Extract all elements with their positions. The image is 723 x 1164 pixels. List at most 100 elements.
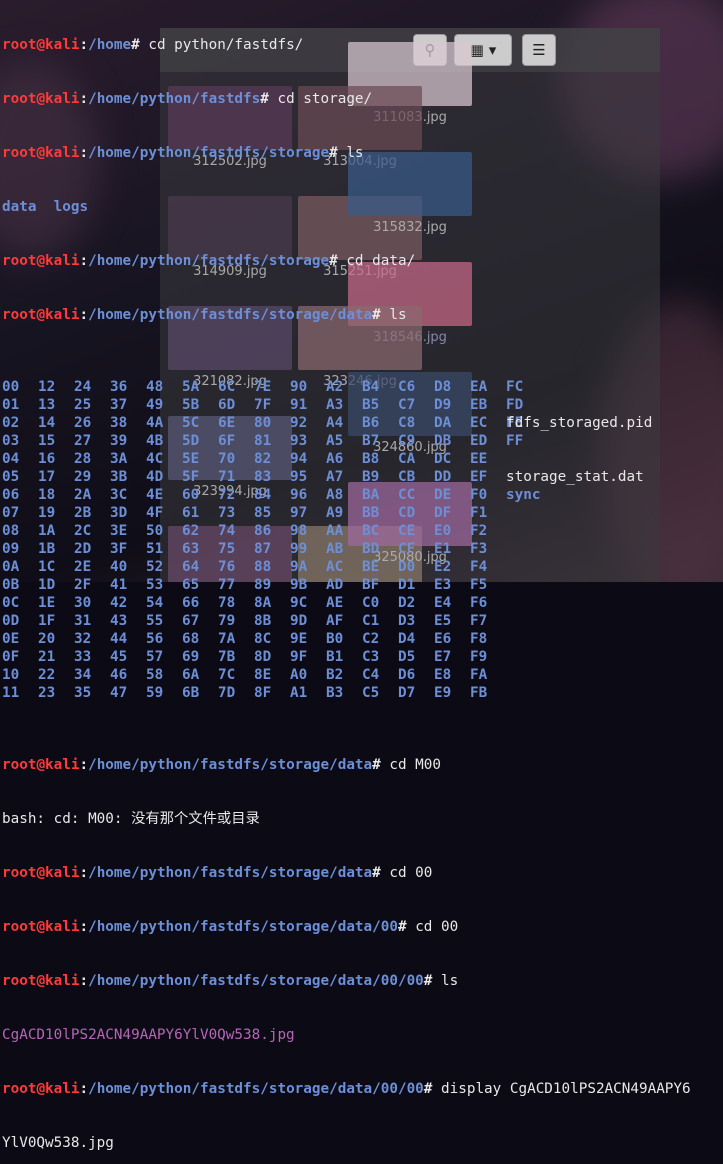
ls-dir-entry: 50 [146, 523, 164, 539]
ls-dir-entry: 6A [182, 667, 200, 683]
ls-dir-entry: 28 [74, 451, 92, 467]
ls-dir-entry: 3B [110, 469, 128, 485]
ls-dir-entry: 5B [182, 397, 200, 413]
ls-dir-entry: 23 [38, 685, 56, 701]
ls-dir-entry: 72 [218, 487, 236, 503]
ls-dir-entry: B3 [326, 685, 344, 701]
ls-dir-entry: E5 [434, 613, 452, 629]
terminal-output[interactable]: root@kali:/home# cd python/fastdfs/ root… [2, 0, 723, 1164]
ls-dir-entry: B6 [362, 415, 380, 431]
ls-dir-entry: A3 [326, 397, 344, 413]
ls-dir-entry: 1F [38, 613, 56, 629]
ls-dir-entry: F7 [470, 613, 488, 629]
ls-dir-entry: 1B [38, 541, 56, 557]
ls-dir-entry: EE [470, 451, 488, 467]
ls-dir-entry: CB [398, 469, 416, 485]
ls-dir-entry: B0 [326, 631, 344, 647]
prompt-path: /home/python/fastdfs [88, 91, 261, 107]
ls-dir-entry: 44 [110, 631, 128, 647]
ls-dir-entry: C5 [362, 685, 380, 701]
ls-dir-entry: 7C [218, 667, 236, 683]
ls-dir-entry: A9 [326, 505, 344, 521]
ls-dir-entry: 86 [254, 523, 272, 539]
prompt-line: root@kali:/home/python/fastdfs/storage/d… [2, 919, 459, 935]
ls-dir-entry: 81 [254, 433, 272, 449]
ls-dir-entry: DA [434, 415, 452, 431]
prompt-user: root [2, 865, 37, 881]
command-text: display CgACD10lPS2ACN49AAPY6 [441, 1081, 691, 1097]
ls-dir-entry: 7B [218, 649, 236, 665]
ls-dir-entry: 74 [218, 523, 236, 539]
ls-dir-entry: 8A [254, 595, 272, 611]
ls-dir-entry: 06 [2, 487, 20, 503]
ls-dir-entry: 85 [254, 505, 272, 521]
ls-dir-entry: 35 [74, 685, 92, 701]
ls-dir-entry: 7A [218, 631, 236, 647]
ls-dir-entry: EA [470, 379, 488, 395]
ls-row: 01 13 25 37 49 5B 6D 7F 91 A3 B5 C7 D9 EB FD [2, 396, 723, 414]
ls-dir-entry: CE [398, 523, 416, 539]
ls-dir-entry: E4 [434, 595, 452, 611]
ls-dir-entry: 98 [290, 523, 308, 539]
ls-dir-entry: 13 [38, 397, 56, 413]
prompt-line: root@kali:/home# cd python/fastdfs/ [2, 37, 304, 53]
prompt-path: /home/python/fastdfs/storage [88, 145, 330, 161]
ls-dir-entry: 40 [110, 559, 128, 575]
ls-dir-entry: 29 [74, 469, 92, 485]
ls-dir-entry: 7E [254, 379, 272, 395]
ls-dir-entry: AA [326, 523, 344, 539]
ls-dir-entry: D2 [398, 595, 416, 611]
ls-dir-entry: 8B [254, 613, 272, 629]
ls-dir-entry: 0C [2, 595, 20, 611]
ls-dir-entry: 82 [254, 451, 272, 467]
ls-dir-entry: D9 [434, 397, 452, 413]
prompt-host: kali [45, 865, 80, 881]
ls-dir-entry: C6 [398, 379, 416, 395]
prompt-line: root@kali:/home/python/fastdfs# cd stora… [2, 91, 373, 107]
prompt-host: kali [45, 1081, 80, 1097]
ls-dir-entry: AD [326, 577, 344, 593]
ls-dir-entry: 0D [2, 613, 20, 629]
prompt-path: /home [88, 37, 132, 53]
ls-dir-entry: 94 [290, 451, 308, 467]
ls-dir-entry: 5F [182, 469, 200, 485]
ls-dir-entry: 41 [110, 577, 128, 593]
ls-dir-entry: B9 [362, 469, 380, 485]
ls-dir-entry: 26 [74, 415, 92, 431]
ls-dir-entry: 9A [290, 559, 308, 575]
ls-dir-entry: 0B [2, 577, 20, 593]
ls-directory-grid: 00 12 24 36 48 5A 6C 7E 90 A2 B4 C6 D8 EA FC 01 13 25 37 49… [2, 378, 723, 702]
ls-dir-entry: 8E [254, 667, 272, 683]
ls-dir-entry: 90 [290, 379, 308, 395]
ls-row: 0C 1E 30 42 54 66 78 8A 9C AE C0 D2 E4 F6 [2, 594, 723, 612]
ls-dir-entry: E0 [434, 523, 452, 539]
ls-dir-entry: 8D [254, 649, 272, 665]
ls-dir-entry: D4 [398, 631, 416, 647]
prompt-path: /home/python/fastdfs/storage/data [88, 757, 373, 773]
prompt-host: kali [45, 757, 80, 773]
ls-row: 08 1A 2C 3E 50 62 74 86 98 AA BC CE E0 F2 [2, 522, 723, 540]
ls-dir-entry: EC [470, 415, 488, 431]
ls-dir-entry: 61 [182, 505, 200, 521]
ls-dir-entry: 15 [38, 433, 56, 449]
prompt-line: root@kali:/home/python/fastdfs/storage# … [2, 145, 364, 161]
ls-dir-entry: 47 [110, 685, 128, 701]
ls-row: 0D 1F 31 43 55 67 79 8B 9D AF C1 D3 E5 F7 [2, 612, 723, 630]
ls-dir-entry: 53 [146, 577, 164, 593]
ls-dir-entry: 96 [290, 487, 308, 503]
ls-dir-entry: A8 [326, 487, 344, 503]
ls-dir-entry: 8F [254, 685, 272, 701]
prompt-path: /home/python/fastdfs/storage/data/00/00 [88, 973, 424, 989]
ls-dir-entry: 78 [218, 595, 236, 611]
ls-dir-entry: 55 [146, 613, 164, 629]
ls-dir-entry: 36 [110, 379, 128, 395]
ls-dir-entry: 1D [38, 577, 56, 593]
ls-dir-entry: B1 [326, 649, 344, 665]
ls-dir-entry: DF [434, 505, 452, 521]
ls-dir-entry: 58 [146, 667, 164, 683]
ls-file-entry: fdfs_storaged.pid [506, 415, 653, 431]
ls-dir-entry: 38 [110, 415, 128, 431]
ls-dir-entry: 43 [110, 613, 128, 629]
ls-dir-entry: 05 [2, 469, 20, 485]
ls-dir-entry: 87 [254, 541, 272, 557]
